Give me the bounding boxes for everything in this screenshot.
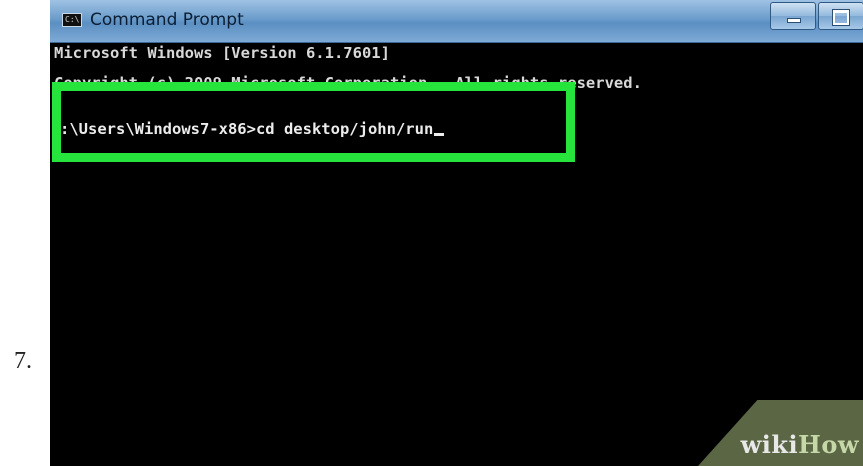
command-text: :\Users\Windows7-x86>cd desktop/john/run	[60, 120, 434, 138]
console-output[interactable]: Microsoft Windows [Version 6.1.7601] Cop…	[50, 43, 863, 466]
maximize-button[interactable]	[818, 2, 863, 30]
console-command-line[interactable]: :\Users\Windows7-x86>cd desktop/john/run	[60, 120, 445, 138]
app-icon-prompt: C:\	[65, 15, 80, 24]
window-title: Command Prompt	[90, 10, 244, 30]
minimize-icon	[787, 18, 801, 23]
step-number: 7.	[14, 348, 32, 374]
watermark-part-b: How	[798, 430, 859, 459]
watermark-part-a: wiki	[740, 430, 799, 459]
minimize-button[interactable]	[770, 2, 816, 30]
command-prompt-icon[interactable]: C:\	[62, 13, 82, 27]
title-bar[interactable]: C:\ Command Prompt	[50, 0, 863, 43]
watermark-text: wikiHow	[741, 430, 859, 459]
command-prompt-window: C:\ Command Prompt Microsoft Windows [Ve…	[50, 0, 863, 466]
text-cursor	[434, 133, 445, 136]
console-line-version: Microsoft Windows [Version 6.1.7601]	[54, 44, 390, 62]
page: 7. C:\ Command Prompt Microsoft Windows …	[0, 0, 863, 466]
maximize-icon	[832, 9, 850, 26]
